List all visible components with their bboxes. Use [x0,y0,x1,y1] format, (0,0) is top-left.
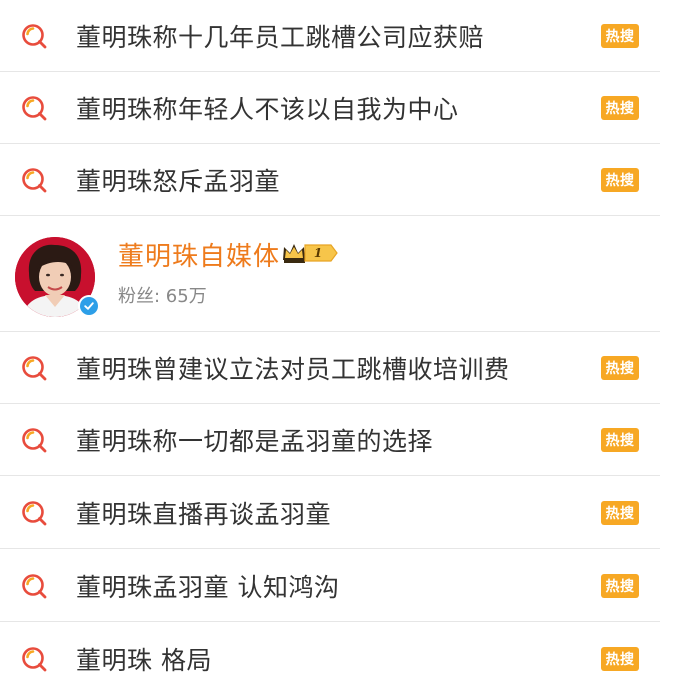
hot-badge: 热搜 [601,647,639,671]
hot-badge: 热搜 [601,573,639,598]
level-number: 1 [314,246,322,260]
hot-search-item[interactable]: 董明珠直播再谈孟羽童 热搜 [0,477,660,549]
hot-badge: 热搜 [601,500,639,525]
search-icon [20,94,48,122]
hot-search-item[interactable]: 董明珠称十几年员工跳槽公司应获赔 热搜 [0,0,660,72]
hot-badge: 热搜 [601,95,639,120]
hot-search-item[interactable]: 董明珠怒斥孟羽童 热搜 [0,144,660,216]
hot-search-text: 董明珠 格局 [76,646,212,675]
hot-search-list: 董明珠称十几年员工跳槽公司应获赔 热搜 董明珠称年轻人不该以自我为中心 热搜 董… [0,0,677,692]
hot-search-text: 董明珠称十几年员工跳槽公司应获赔 [76,22,485,52]
search-icon [20,572,48,600]
hot-search-text: 董明珠孟羽童 认知鸿沟 [76,572,340,602]
hot-search-item[interactable]: 董明珠称年轻人不该以自我为中心 热搜 [0,72,660,144]
fans-count: 粉丝: 65万 [118,286,207,307]
hot-search-text: 董明珠直播再谈孟羽童 [76,499,332,529]
hot-search-item[interactable]: 董明珠 格局 热搜 [0,623,660,695]
user-card[interactable] [0,216,660,332]
search-icon [20,499,48,527]
search-icon [20,22,48,50]
search-icon [20,354,48,382]
hot-search-text: 董明珠称年轻人不该以自我为中心 [76,94,459,124]
hot-search-item[interactable]: 董明珠称一切都是孟羽童的选择 热搜 [0,404,660,476]
hot-badge: 热搜 [601,167,639,192]
hot-search-item[interactable]: 董明珠孟羽童 认知鸿沟 热搜 [0,550,660,622]
search-icon [20,166,48,194]
search-icon [20,426,48,454]
verified-check-icon [78,295,100,317]
hot-badge: 热搜 [601,355,639,380]
user-name[interactable]: 董明珠自媒体 [118,236,280,273]
hot-search-text: 董明珠称一切都是孟羽童的选择 [76,426,434,456]
crown-level-icon: 1 [283,244,338,263]
hot-search-text: 董明珠曾建议立法对员工跳槽收培训费 [76,354,510,384]
hot-search-text: 董明珠怒斥孟羽童 [76,166,281,196]
hot-badge: 热搜 [601,427,639,452]
search-icon [20,645,48,673]
hot-badge: 热搜 [601,23,639,48]
hot-search-item[interactable]: 董明珠曾建议立法对员工跳槽收培训费 热搜 [0,332,660,404]
